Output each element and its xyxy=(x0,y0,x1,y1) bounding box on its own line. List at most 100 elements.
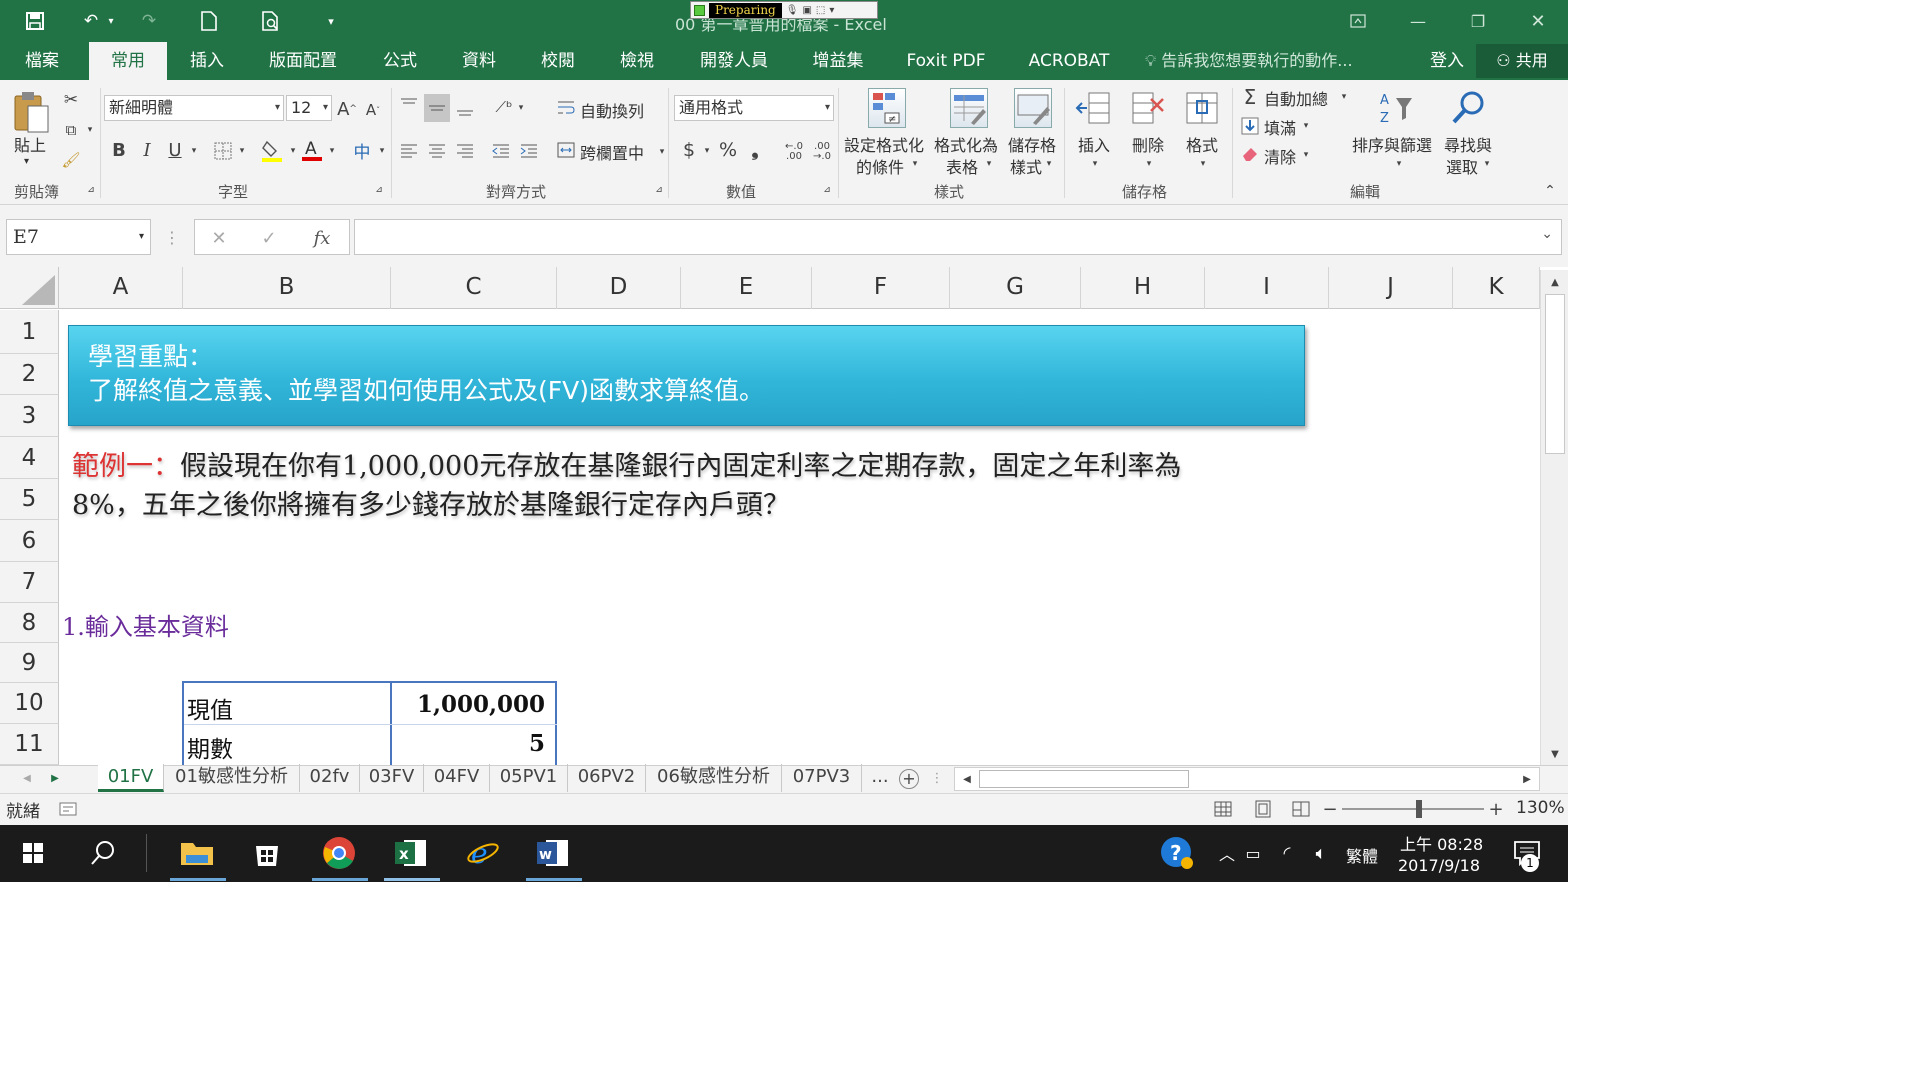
clock-time[interactable]: 上午 08:28 xyxy=(1400,831,1483,855)
conditional-formatting-icon[interactable]: ≠ xyxy=(868,88,906,128)
eraser-icon[interactable] xyxy=(1240,144,1260,164)
table-label-periods[interactable]: 期數 xyxy=(187,730,233,764)
scroll-down-icon[interactable]: ▼ xyxy=(1547,746,1563,762)
cell-styles-label-2[interactable]: 樣式 xyxy=(1010,154,1042,178)
fill-color-dropdown-icon[interactable]: ▾ xyxy=(287,140,299,162)
sheet-tab-01-sensitivity[interactable]: 01敏感性分析 xyxy=(164,764,300,792)
store-icon[interactable] xyxy=(244,830,290,876)
row-header-9[interactable]: 9 xyxy=(0,643,59,683)
tab-home[interactable]: 常用 xyxy=(89,42,167,80)
delete-cells-label[interactable]: 刪除 xyxy=(1132,132,1164,156)
cell-styles-dropdown-icon[interactable]: ▾ xyxy=(1044,157,1054,171)
align-center-icon[interactable] xyxy=(426,140,448,162)
fill-dropdown-icon[interactable]: ▾ xyxy=(1300,117,1312,135)
copy-icon[interactable]: ⧉ xyxy=(60,120,82,140)
sheet-tab-02fv[interactable]: 02fv xyxy=(300,764,360,792)
restore-icon[interactable]: ❐ xyxy=(1458,8,1498,34)
name-box[interactable]: E7 ▾ xyxy=(6,219,151,255)
find-select-label-1[interactable]: 尋找與 xyxy=(1444,132,1492,156)
enter-icon[interactable]: ✓ xyxy=(257,226,281,250)
share-button[interactable]: ⚇ 共用 xyxy=(1476,44,1568,78)
normal-view-icon[interactable] xyxy=(1212,798,1234,820)
internet-explorer-icon[interactable]: e xyxy=(460,830,506,876)
cancel-icon[interactable]: ✕ xyxy=(207,226,231,250)
zoom-level[interactable]: 130% xyxy=(1516,798,1565,818)
phonetic-dropdown-icon[interactable]: ▾ xyxy=(376,140,388,162)
row-header-10[interactable]: 10 xyxy=(0,683,59,724)
alignment-launcher-icon[interactable]: ⊿ xyxy=(654,184,664,196)
phonetic-button[interactable]: 中 xyxy=(350,138,374,163)
tab-acrobat[interactable]: ACROBAT xyxy=(1018,42,1120,80)
row-header-3[interactable]: 3 xyxy=(0,395,59,437)
sheet-tab-07pv3[interactable]: 07PV3 xyxy=(782,764,862,792)
windows-start-icon[interactable] xyxy=(10,830,56,876)
ime-indicator[interactable]: 繁體 xyxy=(1346,843,1378,867)
align-left-icon[interactable] xyxy=(398,140,420,162)
horizontal-scroll-thumb[interactable] xyxy=(979,770,1189,788)
table-dropdown-icon[interactable]: ▾ xyxy=(984,157,994,171)
paste-dropdown-icon[interactable]: ▾ xyxy=(24,156,29,167)
underline-button[interactable]: U xyxy=(164,138,186,162)
zoom-out-icon[interactable]: − xyxy=(1322,798,1338,820)
macro-record-icon[interactable] xyxy=(58,800,78,818)
insert-cells-label[interactable]: 插入 xyxy=(1078,132,1110,156)
bold-button[interactable]: B xyxy=(108,138,130,162)
search-icon[interactable] xyxy=(80,830,126,876)
row-header-8[interactable]: 8 xyxy=(0,603,59,643)
file-explorer-icon[interactable] xyxy=(174,830,220,876)
sheet-tab-05pv1[interactable]: 05PV1 xyxy=(490,764,568,792)
column-header-d[interactable]: D xyxy=(557,267,681,309)
italic-button[interactable]: I xyxy=(136,138,158,162)
tab-splitter-icon[interactable]: ⋮ xyxy=(930,768,944,788)
tab-foxit-pdf[interactable]: Foxit PDF xyxy=(898,42,994,80)
insert-dropdown-icon[interactable]: ▾ xyxy=(1090,157,1100,171)
conditional-formatting-label-1[interactable]: 設定格式化 xyxy=(844,132,924,156)
format-as-table-icon[interactable] xyxy=(950,88,988,128)
column-header-i[interactable]: I xyxy=(1205,267,1329,309)
increase-decimal-icon[interactable]: ←.0.00 xyxy=(782,140,806,164)
learning-points-banner[interactable]: 學習重點： 了解終值之意義、並學習如何使用公式及(FV)函數求算終值。 xyxy=(68,325,1305,426)
sheet-tab-01fv[interactable]: 01FV xyxy=(98,764,164,792)
new-file-icon[interactable] xyxy=(196,8,222,34)
scroll-tabs-right-icon[interactable]: ▶ xyxy=(48,768,62,788)
find-dropdown-icon[interactable]: ▾ xyxy=(1482,157,1492,171)
sort-dropdown-icon[interactable]: ▾ xyxy=(1394,157,1404,171)
microphone-icon[interactable]: 🎙 xyxy=(786,5,799,16)
merge-center-button[interactable]: 跨欄置中 xyxy=(580,140,644,164)
autosum-button[interactable]: 自動加總 xyxy=(1264,86,1328,110)
orientation-dropdown-icon[interactable]: ▾ xyxy=(516,98,526,118)
conditional-formatting-label-2[interactable]: 的條件 xyxy=(856,154,904,178)
increase-font-icon[interactable]: A ^ xyxy=(336,97,358,121)
zoom-in-icon[interactable]: + xyxy=(1488,798,1504,820)
row-header-6[interactable]: 6 xyxy=(0,520,59,562)
scroll-right-icon[interactable]: ▶ xyxy=(1519,770,1535,788)
column-header-e[interactable]: E xyxy=(681,267,812,309)
wrap-text-icon[interactable] xyxy=(556,98,576,118)
minimize-icon[interactable]: — xyxy=(1398,8,1438,34)
row-header-7[interactable]: 7 xyxy=(0,562,59,603)
format-as-table-label-2[interactable]: 表格 xyxy=(946,154,978,178)
autosum-icon[interactable]: Σ xyxy=(1240,85,1260,109)
decrease-indent-icon[interactable] xyxy=(490,140,512,162)
save-icon[interactable] xyxy=(22,8,48,34)
insert-function-button[interactable]: fx xyxy=(307,226,337,250)
font-launcher-icon[interactable]: ⊿ xyxy=(374,184,384,196)
percent-button[interactable]: % xyxy=(716,138,740,162)
collapse-ribbon-icon[interactable]: ⌃ xyxy=(1542,183,1558,199)
sheet-tab-03fv[interactable]: 03FV xyxy=(360,764,424,792)
undo-icon[interactable]: ↶ xyxy=(78,8,104,34)
fill-color-icon[interactable] xyxy=(260,138,284,164)
currency-dropdown-icon[interactable]: ▾ xyxy=(702,140,712,162)
comma-button[interactable]: ❟ xyxy=(746,138,764,162)
number-launcher-icon[interactable]: ⊿ xyxy=(822,184,832,196)
tab-insert[interactable]: 插入 xyxy=(178,42,236,80)
cell-styles-icon[interactable] xyxy=(1014,88,1052,128)
tab-addins[interactable]: 增益集 xyxy=(802,42,874,80)
font-size-combo[interactable]: 12 ▾ xyxy=(286,95,332,121)
expand-formula-icon[interactable]: ⌄ xyxy=(1541,226,1553,242)
sort-filter-label[interactable]: 排序與篩選 xyxy=(1352,132,1432,156)
conditional-dropdown-icon[interactable]: ▾ xyxy=(910,157,920,171)
tell-me-search[interactable]: 💡︎ 告訴我您想要執行的動作... xyxy=(1145,42,1353,80)
orientation-icon[interactable]: ⟋ᵇ xyxy=(492,96,516,118)
sheet-tab-06pv2[interactable]: 06PV2 xyxy=(568,764,646,792)
